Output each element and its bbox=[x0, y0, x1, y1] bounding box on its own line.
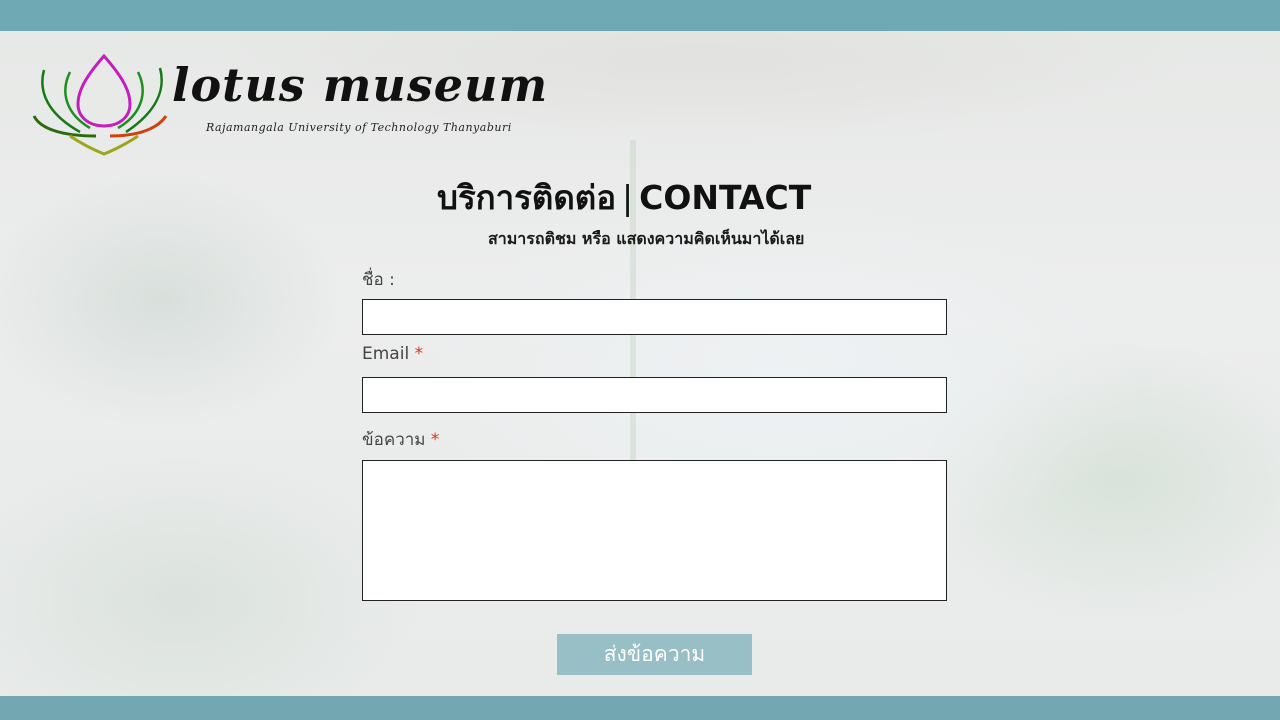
email-required-mark: * bbox=[414, 344, 424, 364]
send-message-button[interactable]: ส่งข้อความ bbox=[557, 634, 752, 675]
bottom-bar bbox=[0, 696, 1280, 720]
page-title-thai: บริการติดต่อ bbox=[437, 178, 617, 217]
message-required-mark: * bbox=[430, 430, 440, 450]
message-label-text: ข้อความ bbox=[362, 430, 426, 450]
title-separator: | bbox=[622, 178, 634, 217]
page-title-english: CONTACT bbox=[639, 178, 812, 217]
top-bar bbox=[0, 0, 1280, 31]
email-input[interactable] bbox=[362, 377, 947, 413]
email-label-text: Email bbox=[362, 344, 410, 364]
name-label-text: ชื่อ : bbox=[362, 270, 395, 290]
message-textarea[interactable] bbox=[362, 460, 947, 601]
name-label: ชื่อ : bbox=[362, 266, 395, 293]
logo-subtitle: Rajamangala University of Technology Tha… bbox=[206, 121, 512, 134]
logo[interactable]: lotus museum Rajamangala University of T… bbox=[30, 52, 560, 158]
name-input[interactable] bbox=[362, 299, 947, 335]
page-subtitle: สามารถติชม หรือ แสดงความคิดเห็นมาได้เลย bbox=[488, 229, 805, 248]
page-title: บริการติดต่อ | CONTACT bbox=[437, 176, 837, 220]
email-label: Email * bbox=[362, 344, 423, 364]
lotus-icon bbox=[32, 53, 168, 156]
message-label: ข้อความ * bbox=[362, 426, 439, 453]
logo-title: lotus museum bbox=[172, 58, 549, 112]
